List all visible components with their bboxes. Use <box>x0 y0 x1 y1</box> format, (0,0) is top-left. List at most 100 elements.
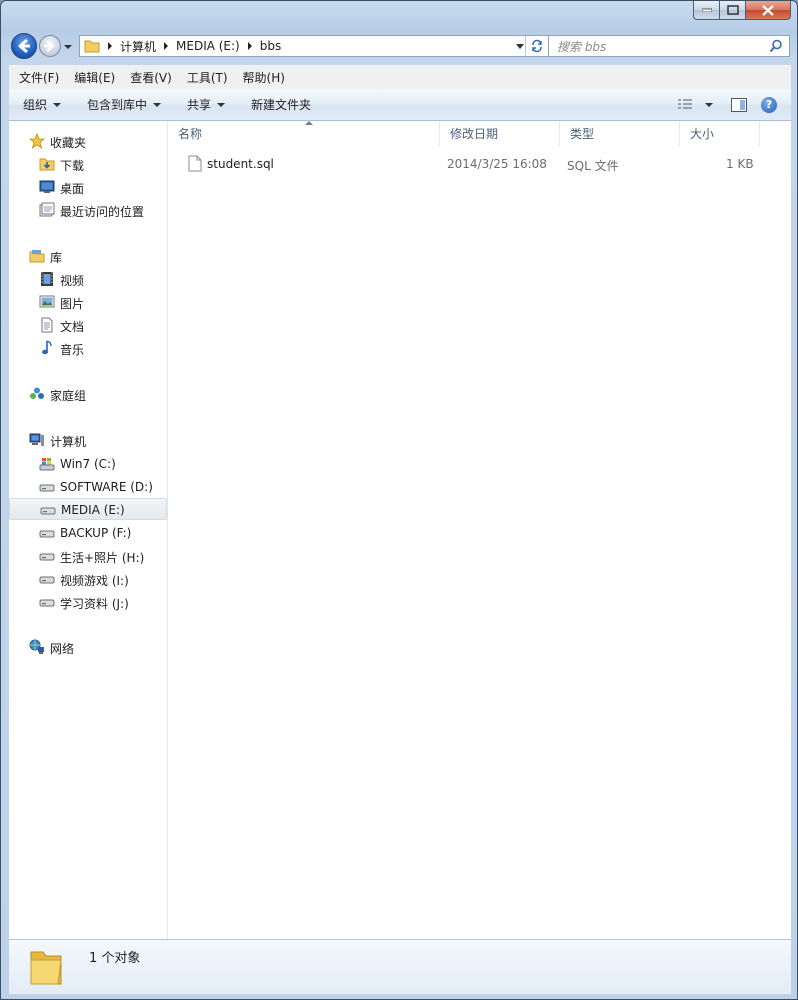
item-count: 1 个对象 <box>89 951 141 966</box>
sidebar-item-music[interactable]: 音乐 <box>9 337 167 359</box>
sidebar-item-drive-j[interactable]: 学习资料 (J:) <box>9 591 167 613</box>
folder-icon <box>30 951 62 985</box>
file-name: student.sql <box>207 157 274 171</box>
sidebar-item-label: 音乐 <box>60 343 85 357</box>
preview-pane-icon[interactable] <box>731 97 747 112</box>
chevron-down-icon <box>217 102 226 107</box>
search-icon[interactable] <box>769 39 783 53</box>
navigation-bar: 计算机 MEDIA (E:) bbs 搜索 bbs <box>11 32 791 60</box>
maximize-button[interactable] <box>720 1 746 20</box>
organize-label: 组织 <box>23 98 48 112</box>
sidebar-group-computer[interactable]: 计算机 <box>9 430 167 450</box>
sidebar-group-favorites[interactable]: 收藏夹 <box>9 131 167 151</box>
view-options-dropdown-icon[interactable] <box>705 102 713 107</box>
column-header-name[interactable]: 名称 <box>168 121 440 146</box>
sidebar-item-label: 学习资料 (J:) <box>60 597 129 611</box>
help-icon[interactable]: ? <box>761 96 777 113</box>
sidebar-group-network[interactable]: 网络 <box>9 637 167 657</box>
new-folder-label: 新建文件夹 <box>251 98 312 112</box>
share-label: 共享 <box>187 98 212 112</box>
column-header-size[interactable]: 大小 <box>680 121 760 146</box>
column-header-type[interactable]: 类型 <box>560 121 680 146</box>
view-controls: ? <box>677 89 791 120</box>
sidebar-item-drive-c[interactable]: Win7 (C:) <box>9 453 167 475</box>
file-row[interactable]: student.sql 2014/3/25 16:08 SQL 文件 1 KB <box>178 153 778 175</box>
address-dropdown-icon[interactable] <box>516 44 524 49</box>
sidebar-item-label: MEDIA (E:) <box>61 503 125 517</box>
back-button[interactable] <box>11 33 37 59</box>
sidebar-group-label: 网络 <box>50 642 75 656</box>
menu-edit[interactable]: 编辑(E) <box>69 69 120 86</box>
column-header-label: 名称 <box>178 127 203 141</box>
music-note-icon <box>42 340 52 355</box>
sort-ascending-icon <box>305 121 313 125</box>
drive-icon <box>39 553 55 561</box>
refresh-button[interactable] <box>525 36 548 56</box>
forward-button[interactable] <box>39 35 61 57</box>
close-button[interactable] <box>746 1 791 20</box>
column-header-modified[interactable]: 修改日期 <box>440 121 560 146</box>
include-in-library-button[interactable]: 包含到库中 <box>81 96 167 113</box>
explorer-window: 计算机 MEDIA (E:) bbs 搜索 bbs 文件(F) 编辑(E) 查看… <box>0 0 798 1000</box>
sidebar-item-label: BACKUP (F:) <box>60 526 132 540</box>
sidebar-item-label: 生活+照片 (H:) <box>60 551 145 565</box>
address-bar[interactable]: 计算机 MEDIA (E:) bbs <box>79 35 549 57</box>
sidebar-item-drive-f[interactable]: BACKUP (F:) <box>9 522 167 544</box>
sidebar-item-label: 文档 <box>60 320 85 334</box>
refresh-icon <box>532 39 542 53</box>
share-button[interactable]: 共享 <box>181 96 231 113</box>
close-icon <box>762 4 774 16</box>
minimize-button[interactable] <box>693 1 720 20</box>
breadcrumb: 计算机 MEDIA (E:) bbs <box>80 38 281 55</box>
file-type: SQL 文件 <box>567 159 619 173</box>
breadcrumb-separator-icon[interactable] <box>164 42 169 50</box>
file-list: 名称 修改日期 类型 大小 student.sql 2014/3/25 16:0… <box>168 121 791 939</box>
menu-bar: 文件(F) 编辑(E) 查看(V) 工具(T) 帮助(H) <box>9 65 791 90</box>
breadcrumb-separator-icon[interactable] <box>247 42 252 50</box>
menu-file[interactable]: 文件(F) <box>14 69 64 86</box>
organize-button[interactable]: 组织 <box>17 96 67 113</box>
details-pane: 1 个对象 <box>9 939 791 994</box>
sidebar-item-documents[interactable]: 文档 <box>9 314 167 336</box>
navigation-pane: 收藏夹 下载 桌面 最近访问的位置 库 视频 图片 文档 音乐 家庭组 计算机 … <box>9 121 168 939</box>
sidebar-item-drive-d[interactable]: SOFTWARE (D:) <box>9 476 167 498</box>
sidebar-group-homegroup[interactable]: 家庭组 <box>9 384 167 404</box>
restore-icon <box>726 5 739 15</box>
minimize-icon <box>701 8 712 12</box>
breadcrumb-computer[interactable]: 计算机 <box>120 38 156 55</box>
recent-pages-button[interactable] <box>63 41 73 51</box>
downloads-icon <box>39 158 55 171</box>
sidebar-item-drive-i[interactable]: 视频游戏 (I:) <box>9 568 167 590</box>
menu-tools[interactable]: 工具(T) <box>182 69 233 86</box>
sidebar-item-drive-h[interactable]: 生活+照片 (H:) <box>9 545 167 567</box>
breadcrumb-bbs[interactable]: bbs <box>260 39 282 53</box>
chevron-down-icon <box>53 102 62 107</box>
sidebar-item-label: 视频 <box>60 274 85 288</box>
sidebar-item-recent-places[interactable]: 最近访问的位置 <box>9 199 167 221</box>
menu-view[interactable]: 查看(V) <box>125 69 177 86</box>
sidebar-item-pictures[interactable]: 图片 <box>9 291 167 313</box>
sidebar-item-label: 下载 <box>60 159 85 173</box>
breadcrumb-separator-icon[interactable] <box>108 42 112 50</box>
arrow-right-icon <box>44 40 55 52</box>
sidebar-item-desktop[interactable]: 桌面 <box>9 176 167 198</box>
menu-help[interactable]: 帮助(H) <box>238 69 290 86</box>
libraries-icon <box>29 250 45 263</box>
drive-icon <box>40 507 56 515</box>
breadcrumb-media[interactable]: MEDIA (E:) <box>176 39 240 53</box>
sidebar-group-label: 库 <box>50 251 63 265</box>
drive-icon <box>39 599 55 607</box>
search-input[interactable]: 搜索 bbs <box>548 35 790 57</box>
network-icon <box>29 639 44 654</box>
new-folder-button[interactable]: 新建文件夹 <box>245 96 317 113</box>
sidebar-group-libraries[interactable]: 库 <box>9 246 167 266</box>
sidebar-item-label: 视频游戏 (I:) <box>60 574 129 588</box>
sidebar-item-drive-e[interactable]: MEDIA (E:) <box>9 498 167 520</box>
sidebar-item-videos[interactable]: 视频 <box>9 268 167 290</box>
command-bar: 组织 包含到库中 共享 新建文件夹 ? <box>9 89 791 121</box>
sidebar-item-downloads[interactable]: 下载 <box>9 153 167 175</box>
view-details-icon[interactable] <box>677 98 693 112</box>
file-icon <box>188 155 202 172</box>
star-icon <box>29 133 45 149</box>
column-header-label: 大小 <box>690 127 715 141</box>
